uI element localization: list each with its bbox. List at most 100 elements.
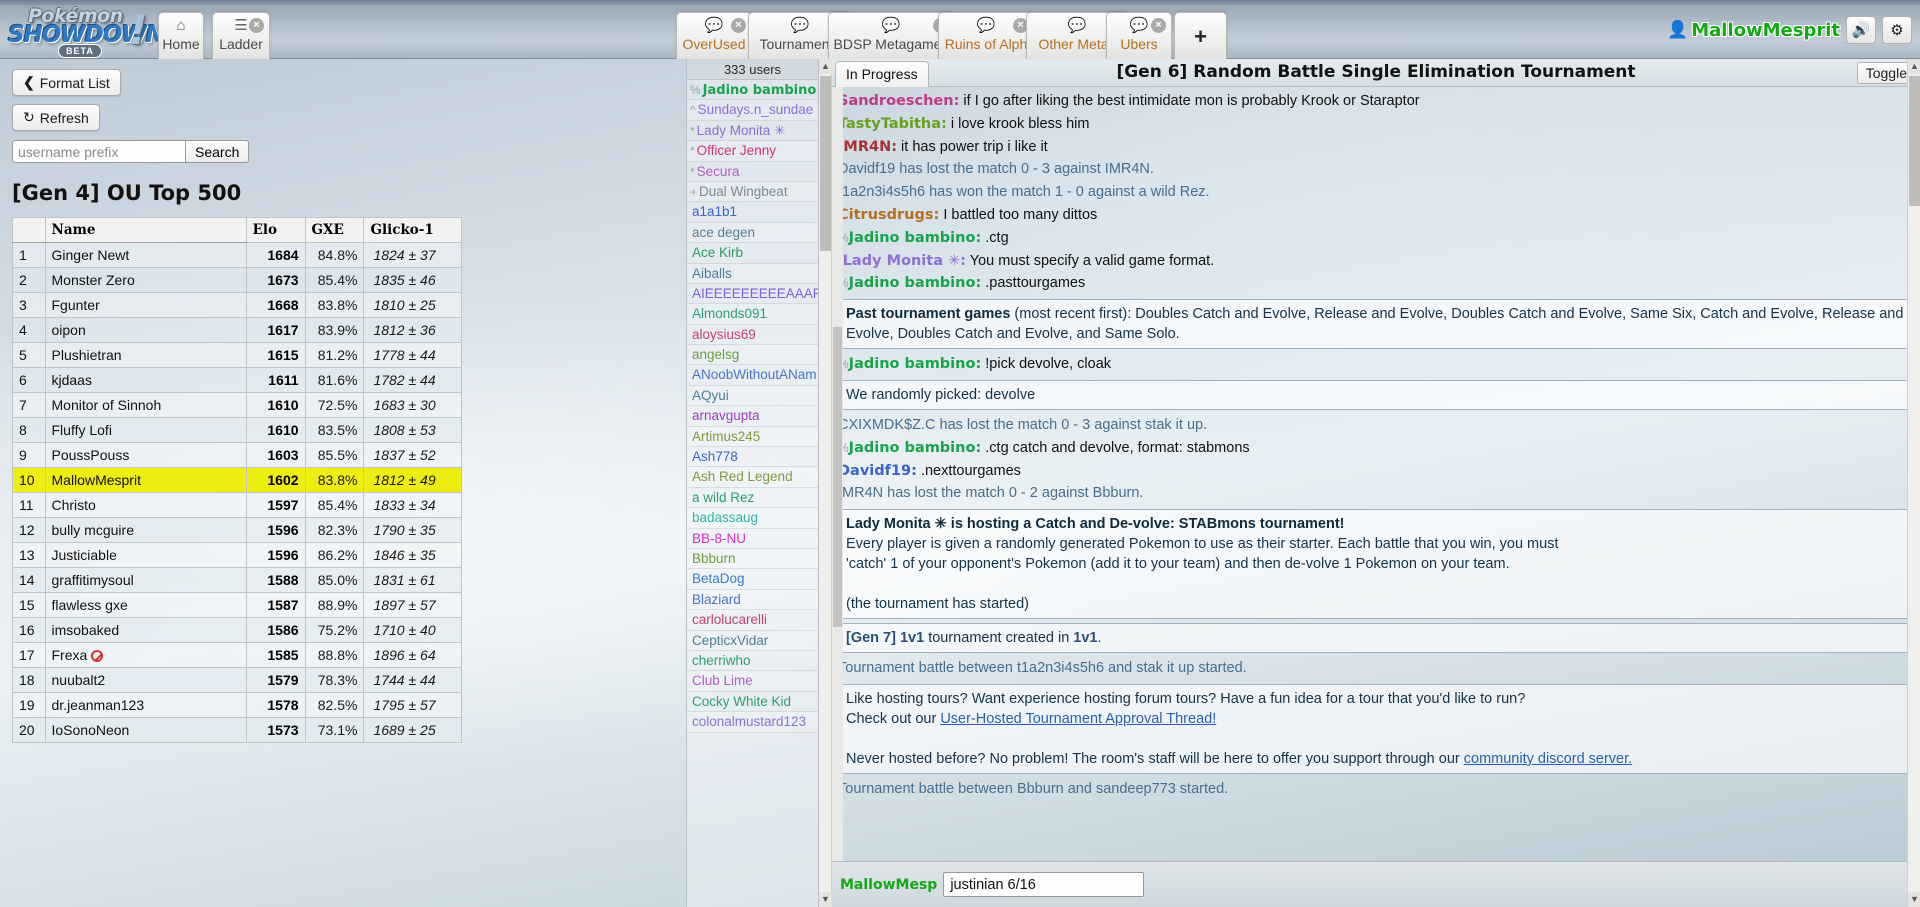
close-icon[interactable]: × [1151,18,1166,33]
tab-home[interactable]: ⌂ Home [158,12,204,59]
table-row[interactable]: 14 graffitimysoul 1588 85.0% 1831 ± 61 [12,567,462,593]
scroll-down-icon[interactable]: ▼ [819,892,832,907]
cell-name[interactable]: nuubalt2 [44,667,247,693]
list-item[interactable]: AIEEEEEEEEEAAAR [687,284,818,305]
list-item[interactable]: CepticxVidar [687,630,818,651]
list-item[interactable]: Ash Red Legend [687,467,818,488]
list-item[interactable]: BetaDog [687,569,818,590]
list-item[interactable]: Club Lime [687,671,818,692]
search-input[interactable] [12,140,186,163]
cell-name[interactable]: dr.jeanman123 [44,692,247,718]
list-item[interactable]: * Lady Monita ✳ [687,121,818,142]
cell-name[interactable]: Ginger Newt [44,242,247,268]
cell-name[interactable]: Plushietran [44,342,247,368]
table-row[interactable]: 12 bully mcguire 1596 82.3% 1790 ± 35 [12,517,462,543]
scroll-up-icon[interactable]: ▲ [1908,59,1920,74]
chat-sender[interactable]: Jadino bambino: [849,356,982,372]
list-item[interactable]: carlolucarelli [687,610,818,631]
new-tab-button[interactable]: + [1174,12,1227,59]
tab-ruins-of-alph[interactable]: 💬 Ruins of Alph × [938,12,1034,59]
scroll-down-icon[interactable]: ▼ [1908,892,1920,907]
list-item[interactable]: Almonds091 [687,304,818,325]
volume-icon[interactable]: 🔊 [1846,16,1876,44]
tab-ubers[interactable]: 💬 Ubers × [1106,12,1172,59]
close-icon[interactable]: × [731,18,746,33]
table-row[interactable]: 1 Ginger Newt 1684 84.8% 1824 ± 37 [12,242,462,268]
cell-name[interactable]: Justiciable [44,542,247,568]
refresh-button[interactable]: ↻ Refresh [12,104,100,131]
list-item[interactable]: Aiballs [687,263,818,284]
table-row[interactable]: 2 Monster Zero 1673 85.4% 1835 ± 46 [12,267,462,293]
cell-name[interactable]: MallowMesprit [44,467,247,493]
cell-name[interactable]: graffitimysoul [44,567,247,593]
chat-sender[interactable]: Citrusdrugs: [838,207,939,223]
list-item[interactable]: a1a1b1 [687,202,818,223]
cell-name[interactable]: PoussPouss [44,442,247,468]
tab-overused[interactable]: 💬 OverUsed × [676,12,752,59]
chat-sender[interactable]: Jadino bambino: [849,230,982,246]
list-item[interactable]: Cocky White Kid [687,692,818,713]
table-row[interactable]: 6 kjdaas 1611 81.6% 1782 ± 44 [12,367,462,393]
table-row[interactable]: 3 Fgunter 1668 83.8% 1810 ± 25 [12,292,462,318]
cell-name[interactable]: Frexa [44,642,247,668]
chat-sender[interactable]: IMR4N: [838,139,897,155]
list-item[interactable]: + Dual Wingbeat [687,181,818,203]
table-row[interactable]: 20 IoSonoNeon 1573 73.1% 1689 ± 25 [12,717,462,743]
list-item[interactable]: Ash778 [687,447,818,468]
list-item[interactable]: cherriwho [687,651,818,672]
table-row[interactable]: 17 Frexa 1585 88.8% 1896 ± 64 [12,642,462,668]
table-row[interactable]: 7 Monitor of Sinnoh 1610 72.5% 1683 ± 30 [12,392,462,418]
gear-icon[interactable]: ⚙ [1882,16,1912,44]
table-row[interactable]: 10 MallowMesprit 1602 83.8% 1812 ± 49 [12,467,462,493]
discord-server-link[interactable]: community discord server. [1464,751,1632,767]
chat-sender[interactable]: Sandroeschen: [838,93,959,109]
chat-input[interactable] [943,872,1145,897]
chat-sender[interactable]: Lady Monita ✳: [843,253,966,269]
cell-name[interactable]: oipon [44,317,247,343]
scroll-up-icon[interactable]: ▲ [819,59,832,74]
chat-sender[interactable]: Davidf19: [838,463,917,479]
close-icon[interactable]: × [249,18,264,33]
list-item[interactable]: Bbburn [687,548,818,570]
table-row[interactable]: 15 flawless gxe 1587 88.9% 1897 ± 57 [12,592,462,618]
table-row[interactable]: 13 Justiciable 1596 86.2% 1846 ± 35 [12,542,462,568]
list-item[interactable]: Artimus245 [687,426,818,448]
list-item[interactable]: ^ Sundays.n_sundae [687,100,818,121]
list-item[interactable]: % Jadino bambino [687,80,818,101]
tab-ladder[interactable]: ☰ Ladder × [212,12,270,59]
format-list-button[interactable]: ❮ Format List [12,69,121,96]
list-item[interactable]: a wild Rez [687,488,818,509]
scrollbar-thumb[interactable] [833,327,842,627]
cell-name[interactable]: Christo [44,492,247,518]
cell-name[interactable]: Monitor of Sinnoh [44,392,247,418]
cell-name[interactable]: Monster Zero [44,267,247,293]
list-item[interactable]: Ace Kirb [687,243,818,264]
table-row[interactable]: 5 Plushietran 1615 81.2% 1778 ± 44 [12,342,462,368]
cell-name[interactable]: bully mcguire [44,517,247,543]
list-item[interactable]: Blaziard [687,589,818,611]
scrollbar-thumb[interactable] [820,76,831,251]
table-row[interactable]: 16 imsobaked 1586 75.2% 1710 ± 40 [12,617,462,643]
cell-name[interactable]: kjdaas [44,367,247,393]
list-item[interactable]: * Secura [687,162,818,182]
table-row[interactable]: 4 oipon 1617 83.9% 1812 ± 36 [12,317,462,343]
cell-name[interactable]: Fluffy Lofi [44,417,247,443]
list-item[interactable]: colonalmustard123 [687,712,818,733]
user-list-scrollbar[interactable]: ▲ ▼ [819,59,832,907]
list-item[interactable]: aloysius69 [687,325,818,346]
cell-name[interactable]: flawless gxe [44,592,247,618]
cell-name[interactable]: Fgunter [44,292,247,318]
list-item[interactable]: badassaug [687,508,818,529]
list-item[interactable]: angelsg [687,345,818,366]
scrollbar-thumb[interactable] [1909,76,1920,206]
ladder-scrollbar[interactable]: ▲ ▼ [1907,59,1920,907]
chat-scrollbar[interactable] [832,87,843,861]
chat-sender[interactable]: TastyTabitha: [838,116,947,132]
tab-bdsp-metagames[interactable]: 💬BDSP Metagames× [828,12,954,59]
list-item[interactable]: ANoobWithoutANam [687,365,818,386]
search-button[interactable]: Search [186,140,250,163]
current-username[interactable]: MallowMesprit [1691,20,1840,41]
cell-name[interactable]: IoSonoNeon [44,717,247,743]
table-row[interactable]: 8 Fluffy Lofi 1610 83.5% 1808 ± 53 [12,417,462,443]
list-item[interactable]: * Officer Jenny [687,141,818,162]
